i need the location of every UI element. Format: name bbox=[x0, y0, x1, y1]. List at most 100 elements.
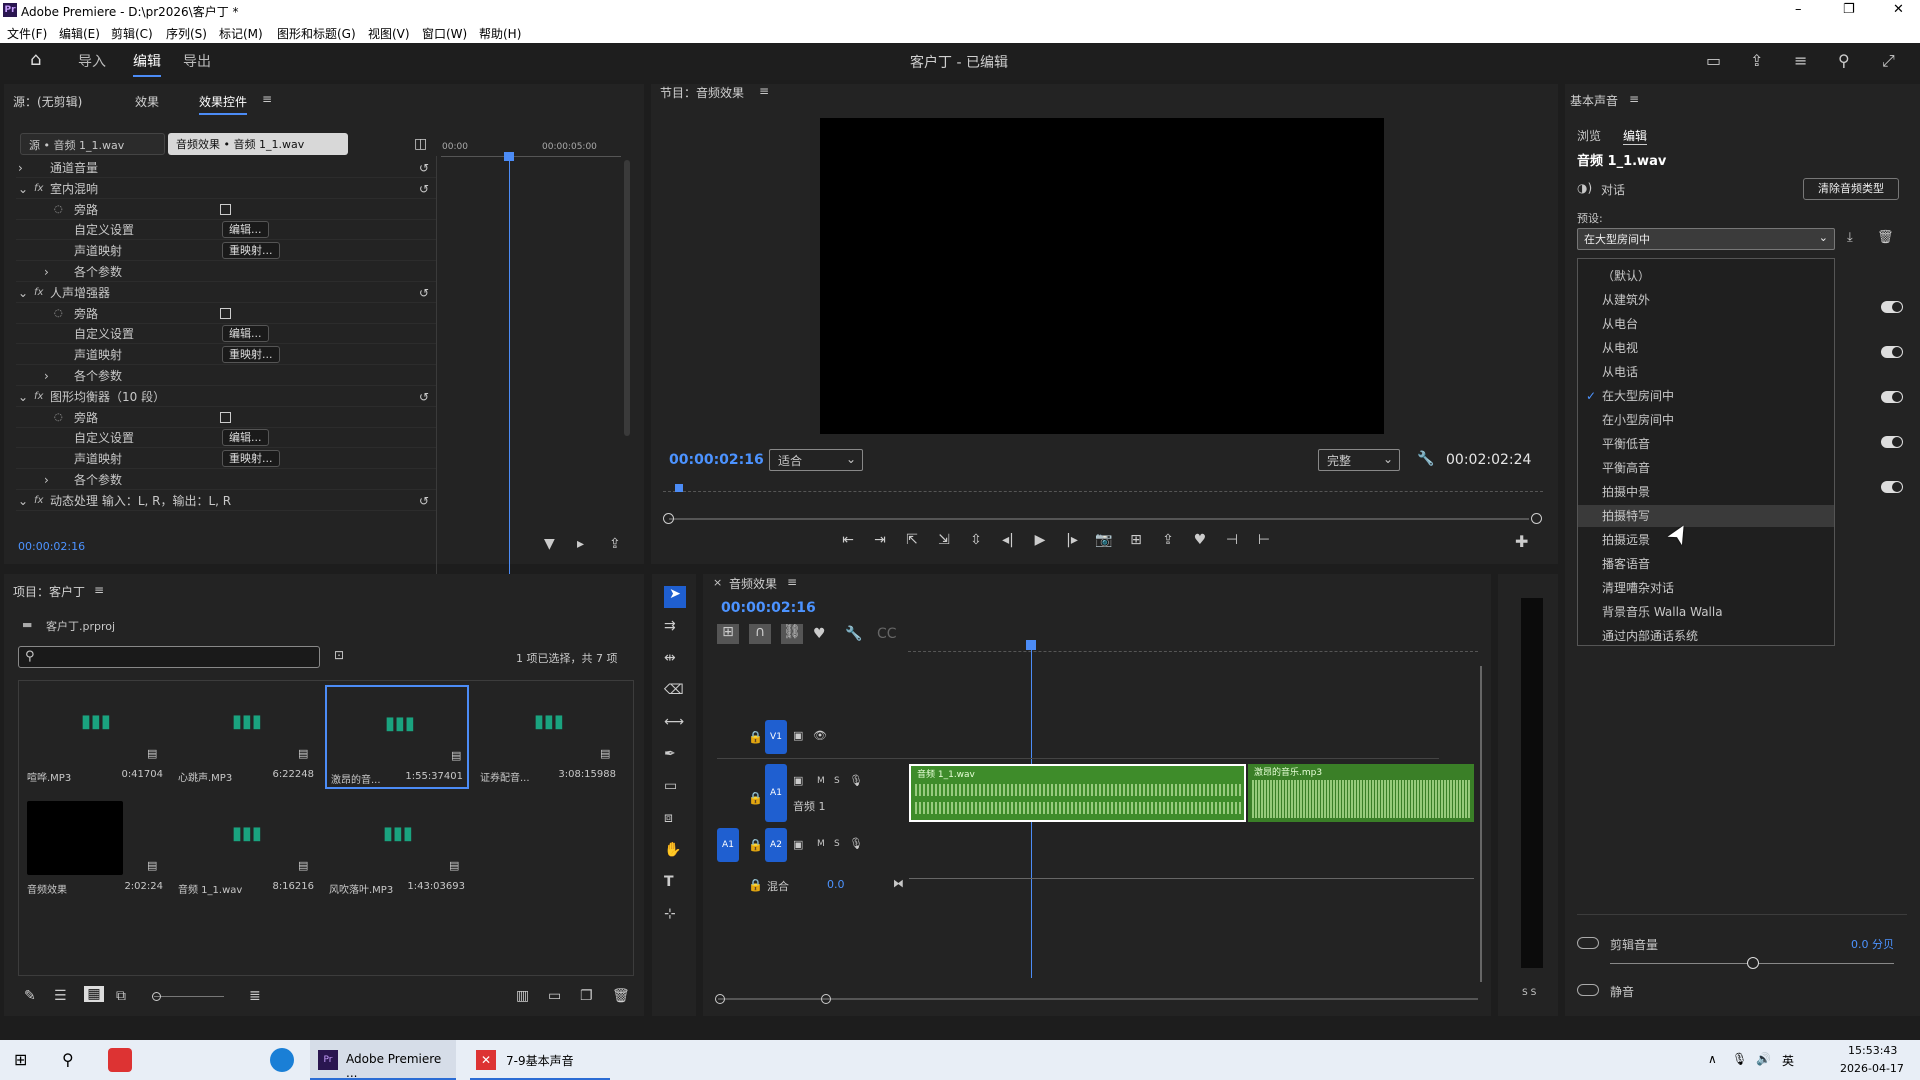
overwrite-icon[interactable]: ⇲ bbox=[933, 532, 955, 548]
effect-row[interactable]: ◌ 旁路 bbox=[16, 408, 436, 428]
step-forward-icon[interactable]: |▸ bbox=[1061, 532, 1083, 548]
meter-solo-labels[interactable]: S S bbox=[1522, 988, 1536, 998]
a2-target[interactable]: A2 bbox=[765, 828, 787, 862]
camera-icon[interactable]: 📷 bbox=[1093, 532, 1115, 548]
mic-icon[interactable]: 🎙 bbox=[1732, 1052, 1747, 1066]
effect-row[interactable]: ⌄ fx 室内混响 ↺ bbox=[16, 179, 436, 199]
type-tool-icon[interactable]: T bbox=[664, 874, 674, 890]
home-icon[interactable]: ⌂ bbox=[30, 49, 41, 70]
razor-tool-icon[interactable]: ⌫ bbox=[664, 682, 684, 698]
preset-select[interactable]: 在大型房间中 ⌄ bbox=[1577, 228, 1835, 250]
chevron-down-icon[interactable]: ⌄ bbox=[18, 283, 28, 303]
program-playhead[interactable] bbox=[675, 484, 683, 492]
effect-row[interactable]: › 各个参数 bbox=[16, 262, 436, 282]
share-icon[interactable]: ⇪ bbox=[1750, 51, 1763, 70]
add-marker-icon[interactable]: ♥ bbox=[813, 626, 826, 642]
vertical-scrollbar[interactable] bbox=[624, 160, 630, 436]
remap-button[interactable]: 重映射... bbox=[222, 242, 280, 260]
project-item[interactable]: ▮▮▮ ▤ 证券配音... 3:08:15988 bbox=[476, 685, 620, 789]
play-icon[interactable]: ▶ bbox=[1029, 532, 1051, 548]
effect-controls-timecode[interactable]: 00:00:02:16 bbox=[18, 540, 85, 553]
project-item[interactable]: ▮▮▮ ▤ 音频 1_1.wav 8:16216 bbox=[174, 797, 318, 901]
video-preview[interactable] bbox=[820, 118, 1384, 434]
preset-option[interactable]: 平衡高音 bbox=[1578, 457, 1834, 479]
new-folder-icon[interactable]: ▭ bbox=[548, 988, 561, 1004]
effect-row[interactable]: 声道映射 重映射... bbox=[16, 345, 436, 366]
lift-icon[interactable]: ⇤ bbox=[837, 532, 859, 548]
fx-icon[interactable]: fx bbox=[34, 179, 43, 199]
tab-browse[interactable]: 浏览 bbox=[1577, 127, 1601, 144]
reset-icon[interactable]: ↺ bbox=[419, 283, 429, 303]
v1-target[interactable]: V1 bbox=[765, 720, 787, 754]
toggle-timeline-icon[interactable]: ◫ bbox=[414, 136, 427, 152]
zoom-slider[interactable] bbox=[154, 996, 224, 997]
menu-file[interactable]: 文件(F) bbox=[7, 25, 47, 42]
preset-option[interactable]: 从电视 bbox=[1578, 337, 1834, 359]
tab-source[interactable]: 源：(无剪辑) bbox=[13, 93, 82, 110]
start-icon[interactable]: ⊞ bbox=[14, 1050, 27, 1069]
remap-button[interactable]: 重映射... bbox=[222, 450, 280, 468]
a2-solo[interactable]: S bbox=[834, 839, 840, 849]
toggle-4[interactable] bbox=[1881, 436, 1903, 448]
edit-button[interactable]: 编辑... bbox=[222, 325, 269, 343]
bypass-checkbox[interactable] bbox=[220, 411, 231, 423]
program-menu-icon[interactable]: ≡ bbox=[759, 84, 769, 98]
clip-volume-toggle[interactable] bbox=[1577, 937, 1599, 949]
pencil-icon[interactable]: ✎ bbox=[24, 988, 36, 1004]
export-clip-icon[interactable]: ⇪ bbox=[609, 536, 621, 552]
automate-icon[interactable]: ▥ bbox=[516, 988, 529, 1004]
effect-row[interactable]: ◌ 旁路 bbox=[16, 304, 436, 324]
tab-edit-es[interactable]: 编辑 bbox=[1623, 127, 1648, 145]
audio-clip-music[interactable]: 激昂的音乐.mp3 bbox=[1248, 764, 1474, 822]
search-icon[interactable]: ⚲ bbox=[1838, 51, 1850, 70]
rectangle-tool-icon[interactable]: ▭ bbox=[664, 778, 677, 794]
edit-button[interactable]: 编辑... bbox=[222, 429, 269, 447]
toggle-3[interactable] bbox=[1881, 391, 1903, 403]
panel-menu-icon[interactable]: ≡ bbox=[262, 92, 272, 106]
compare-icon[interactable]: ⊞ bbox=[1125, 532, 1147, 548]
hand-tool-icon[interactable]: ✋ bbox=[664, 842, 681, 858]
effect-row[interactable]: › 各个参数 bbox=[16, 470, 436, 490]
hscroll-left-handle[interactable] bbox=[715, 994, 725, 1004]
fx-icon[interactable]: fx bbox=[34, 491, 43, 511]
chevron-right-icon[interactable]: › bbox=[18, 158, 23, 178]
v1-lock-icon[interactable]: 🔒 bbox=[748, 730, 763, 744]
timeline-ruler[interactable] bbox=[908, 644, 1478, 652]
menu-graphics[interactable]: 图形和标题(G) bbox=[277, 25, 356, 42]
freeform-view-icon[interactable]: ⧉ bbox=[116, 988, 126, 1004]
preset-option[interactable]: 拍摄特写 bbox=[1578, 505, 1834, 527]
a1-mute[interactable]: M bbox=[817, 776, 825, 786]
preset-option[interactable]: 从电话 bbox=[1578, 361, 1834, 383]
linked-selection-icon[interactable]: ⛓ bbox=[781, 624, 803, 644]
preset-option[interactable]: 平衡低音 bbox=[1578, 433, 1834, 455]
a2-mute[interactable]: M bbox=[817, 839, 825, 849]
menu-view[interactable]: 视图(V) bbox=[368, 25, 410, 42]
menu-clip[interactable]: 剪辑(C) bbox=[111, 25, 153, 42]
step-back-icon[interactable]: ◂| bbox=[997, 532, 1019, 548]
snap-icon[interactable]: ∩ bbox=[749, 624, 771, 644]
effect-row[interactable]: › 通道音量 ↺ bbox=[16, 158, 436, 178]
reset-icon[interactable]: ↺ bbox=[419, 158, 429, 178]
effect-row[interactable]: ⌄ fx 动态处理 输入：L, R，输出：L, R ↺ bbox=[16, 491, 436, 511]
trash-icon[interactable]: 🗑 bbox=[612, 988, 630, 1004]
timeline-vscroll[interactable] bbox=[1480, 666, 1482, 982]
program-ruler[interactable] bbox=[663, 484, 1543, 492]
effect-row[interactable]: ⌄ fx 人声增强器 ↺ bbox=[16, 283, 436, 303]
icon-view-icon[interactable]: ▦ bbox=[84, 986, 104, 1002]
timeline-menu-icon[interactable]: ≡ bbox=[787, 575, 797, 589]
delete-preset-icon[interactable]: 🗑 bbox=[1877, 230, 1894, 245]
preset-option[interactable]: 通过内部通话系统 bbox=[1578, 625, 1834, 647]
settings-wrench-icon[interactable]: 🔧 bbox=[845, 626, 862, 642]
preset-option[interactable]: ✓ 在大型房间中 bbox=[1578, 385, 1834, 407]
project-item[interactable]: ▮▮▮ ▤ 喧哗.MP3 0:41704 bbox=[23, 685, 167, 789]
add-button-icon[interactable]: ✚ bbox=[1515, 532, 1528, 551]
essential-sound-menu-icon[interactable]: ≡ bbox=[1629, 92, 1639, 106]
panel-layout-icon[interactable]: ▭ bbox=[1706, 51, 1721, 70]
fullscreen-icon[interactable]: ⤢ bbox=[1882, 51, 1895, 71]
zoom-handle-left[interactable] bbox=[663, 513, 674, 524]
mute-toggle[interactable] bbox=[1577, 984, 1599, 996]
project-search-input[interactable]: ⚲ bbox=[18, 646, 320, 668]
extract-icon[interactable]: ⇥ bbox=[869, 532, 891, 548]
ime-indicator[interactable]: 英 bbox=[1782, 1052, 1794, 1069]
effect-row[interactable]: 自定义设置 编辑... bbox=[16, 428, 436, 449]
